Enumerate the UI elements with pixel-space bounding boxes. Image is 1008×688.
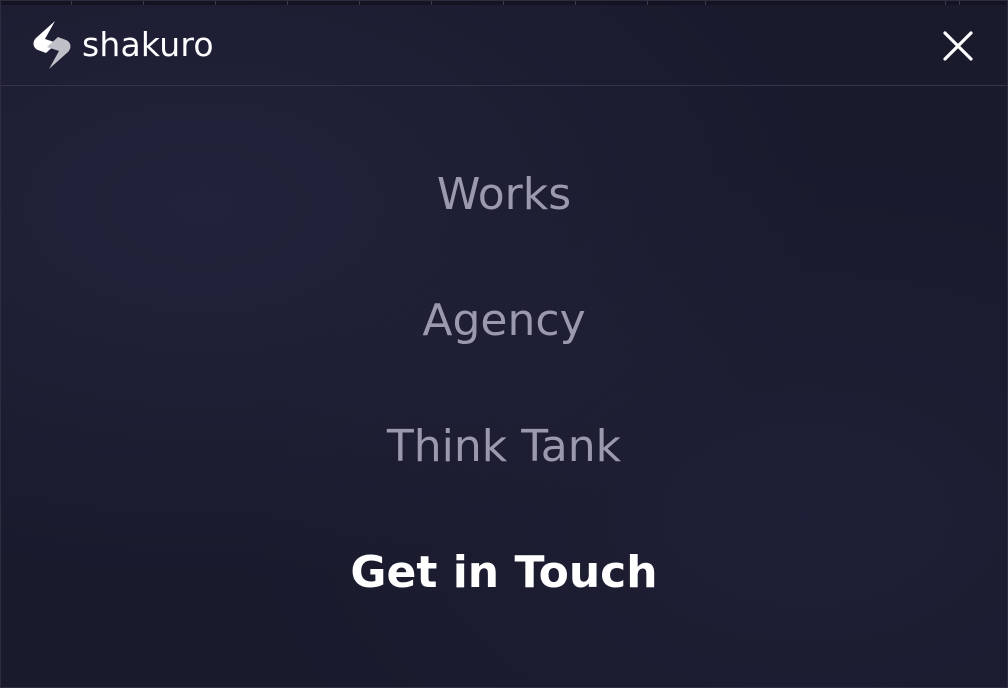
menu-item-label: Get in Touch [350,547,658,598]
menu-header: shakuro [1,5,1007,86]
menu-item-works[interactable]: Works [1,167,1007,223]
menu-item-agency[interactable]: Agency [1,293,1007,349]
menu-item-get-in-touch[interactable]: Get in Touch [1,545,1007,601]
close-icon[interactable] [939,27,977,65]
main-menu: Works Agency Think Tank Get in Touch [1,87,1007,687]
mobile-menu-overlay: shakuro Works Agency Think Tank Get in T… [0,0,1008,688]
brand-name: shakuro [82,24,214,64]
brand-logo-link[interactable]: shakuro [31,19,214,71]
shakuro-logo-icon [33,21,71,69]
menu-item-think-tank[interactable]: Think Tank [1,419,1007,475]
menu-item-label: Works [436,169,572,220]
menu-item-label: Agency [422,295,586,346]
menu-item-label: Think Tank [386,421,622,472]
